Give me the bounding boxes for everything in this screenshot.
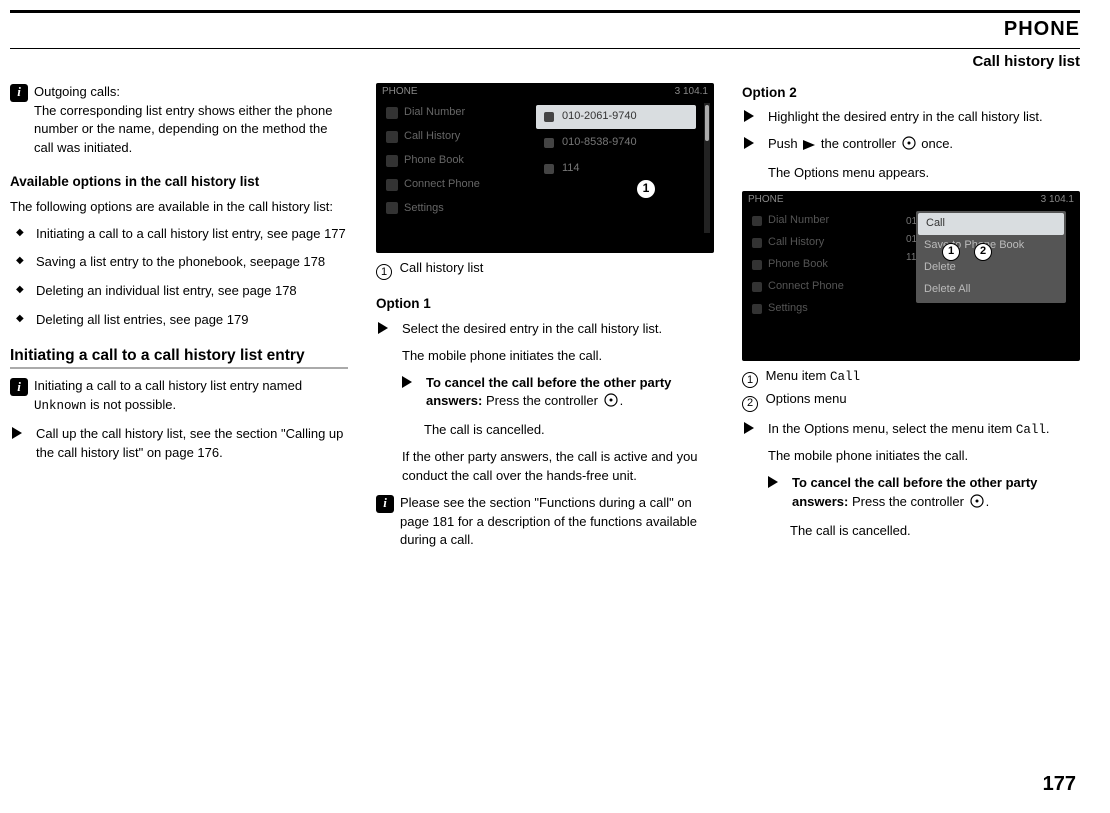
substep-result: The call is cancelled. xyxy=(376,421,714,440)
options-list: Initiating a call to a call history list… xyxy=(10,225,348,330)
ss-menu-item: Settings xyxy=(752,301,902,317)
ss-status: 3 104.1 xyxy=(1041,193,1074,208)
option-title: Option 2 xyxy=(742,83,1080,103)
info-note-unknown: i Initiating a call to a call history li… xyxy=(10,377,348,415)
option-bullet: Deleting an individual list entry, see p… xyxy=(10,282,348,301)
ss-options-popup: Call Save to Phone Book Delete Delete Al… xyxy=(916,211,1066,303)
step-text: Call up the call history list, see the s… xyxy=(36,425,348,463)
figure-legend: 1 Call history list xyxy=(376,259,714,281)
ss-history-list: 010-2061-9740 010-8538-9740 114 xyxy=(536,105,696,183)
procedure-step: Push the controller once. xyxy=(742,135,1080,156)
ss-popup-item-selected: Call xyxy=(918,213,1064,235)
column-1: i Outgoing calls: The corresponding list… xyxy=(10,83,348,561)
step-marker-icon xyxy=(744,422,758,434)
ss-history-entry: 114 xyxy=(536,157,696,181)
column-2: PHONE 3 104.1 Dial Number Call History P… xyxy=(376,83,714,561)
ss-sidebar: Dial Number Call History Phone Book Conn… xyxy=(386,105,526,225)
ss-title: PHONE xyxy=(748,193,784,208)
ss-history-entry-selected: 010-2061-9740 xyxy=(536,105,696,129)
ss-popup-item: Delete All xyxy=(916,279,1066,301)
substep-result: The call is cancelled. xyxy=(742,522,1080,541)
ss-menu-item: Call History xyxy=(752,235,902,251)
ss-menu-item: Settings xyxy=(386,201,526,217)
intro-text: The following options are available in t… xyxy=(10,198,348,217)
controller-press-icon xyxy=(970,494,984,514)
note-body: The corresponding list entry shows eithe… xyxy=(34,103,332,156)
section-heading: PHONE xyxy=(10,15,1080,44)
option-bullet: Initiating a call to a call history list… xyxy=(10,225,348,244)
option-title: Option 1 xyxy=(376,294,714,314)
followup-text: If the other party answers, the call is … xyxy=(376,448,714,486)
ss-menu-item: Connect Phone xyxy=(386,177,526,193)
step-result: The mobile phone initiates the call. xyxy=(742,447,1080,466)
callout-badge-1: 1 xyxy=(942,243,960,261)
option-bullet: Deleting all list entries, see page 179 xyxy=(10,311,348,330)
page-number: 177 xyxy=(1043,770,1076,799)
content-columns: i Outgoing calls: The corresponding list… xyxy=(10,83,1080,561)
ss-menu-item: Call History xyxy=(386,129,526,145)
controller-press-icon xyxy=(902,136,916,156)
legend-number-icon: 2 xyxy=(742,396,758,412)
subsection-title-initiating: Initiating a call to a call history list… xyxy=(10,346,348,369)
ss-status: 3 104.1 xyxy=(675,85,708,100)
figure-legend: 2 Options menu xyxy=(742,390,1080,412)
info-icon: i xyxy=(10,84,28,102)
info-note-outgoing: i Outgoing calls: The corresponding list… xyxy=(10,83,348,158)
note-label: Outgoing calls: xyxy=(34,84,120,99)
step-text: Highlight the desired entry in the call … xyxy=(768,108,1043,127)
procedure-step: Select the desired entry in the call his… xyxy=(376,320,714,339)
section-subheading: Call history list xyxy=(10,48,1080,73)
ss-title: PHONE xyxy=(382,85,418,100)
subsection-title-options: Available options in the call history li… xyxy=(10,172,348,192)
procedure-step: Highlight the desired entry in the call … xyxy=(742,108,1080,127)
note-body: Please see the section "Functions during… xyxy=(400,494,714,551)
option-bullet: Saving a list entry to the phonebook, se… xyxy=(10,253,348,272)
step-marker-icon xyxy=(12,427,26,439)
procedure-step: Call up the call history list, see the s… xyxy=(10,425,348,463)
info-note-functions: i Please see the section "Functions duri… xyxy=(376,494,714,551)
step-text: Select the desired entry in the call his… xyxy=(402,320,662,339)
step-marker-icon xyxy=(744,137,758,149)
controller-press-icon xyxy=(604,393,618,413)
callout-badge-1: 1 xyxy=(636,179,656,199)
page-header: PHONE Call history list xyxy=(10,10,1080,73)
ss-scrollbar xyxy=(704,103,710,233)
info-icon: i xyxy=(10,378,28,396)
literal-call: Call xyxy=(1016,423,1046,437)
legend-number-icon: 1 xyxy=(742,372,758,388)
info-icon: i xyxy=(376,495,394,513)
step-marker-icon xyxy=(768,476,782,488)
screenshot-call-history: PHONE 3 104.1 Dial Number Call History P… xyxy=(376,83,714,253)
column-3: Option 2 Highlight the desired entry in … xyxy=(742,83,1080,561)
ss-menu-item: Phone Book xyxy=(386,153,526,169)
procedure-step: In the Options menu, select the menu ite… xyxy=(742,420,1080,439)
legend-number-icon: 1 xyxy=(376,264,392,280)
step-result: The Options menu appears. xyxy=(742,164,1080,183)
procedure-substep: To cancel the call before the other part… xyxy=(742,474,1080,514)
ss-sidebar: Dial Number Call History Phone Book Conn… xyxy=(752,213,902,323)
ss-menu-item: Phone Book xyxy=(752,257,902,273)
step-result: The mobile phone initiates the call. xyxy=(376,347,714,366)
ss-menu-item: Dial Number xyxy=(386,105,526,121)
arrow-right-icon xyxy=(803,137,815,156)
step-marker-icon xyxy=(402,376,416,388)
literal-call: Call xyxy=(830,370,860,384)
procedure-substep: To cancel the call before the other part… xyxy=(376,374,714,414)
callout-badge-2: 2 xyxy=(974,243,992,261)
ss-popup-item: Delete xyxy=(916,257,1066,279)
ss-history-entry: 010-8538-9740 xyxy=(536,131,696,155)
literal-unknown: Unknown xyxy=(34,399,87,413)
figure-legend: 1 Menu item Call xyxy=(742,367,1080,389)
ss-menu-item: Dial Number xyxy=(752,213,902,229)
step-marker-icon xyxy=(744,110,758,122)
screenshot-options-menu: PHONE 3 104.1 Dial Number Call History P… xyxy=(742,191,1080,361)
ss-menu-item: Connect Phone xyxy=(752,279,902,295)
step-marker-icon xyxy=(378,322,392,334)
